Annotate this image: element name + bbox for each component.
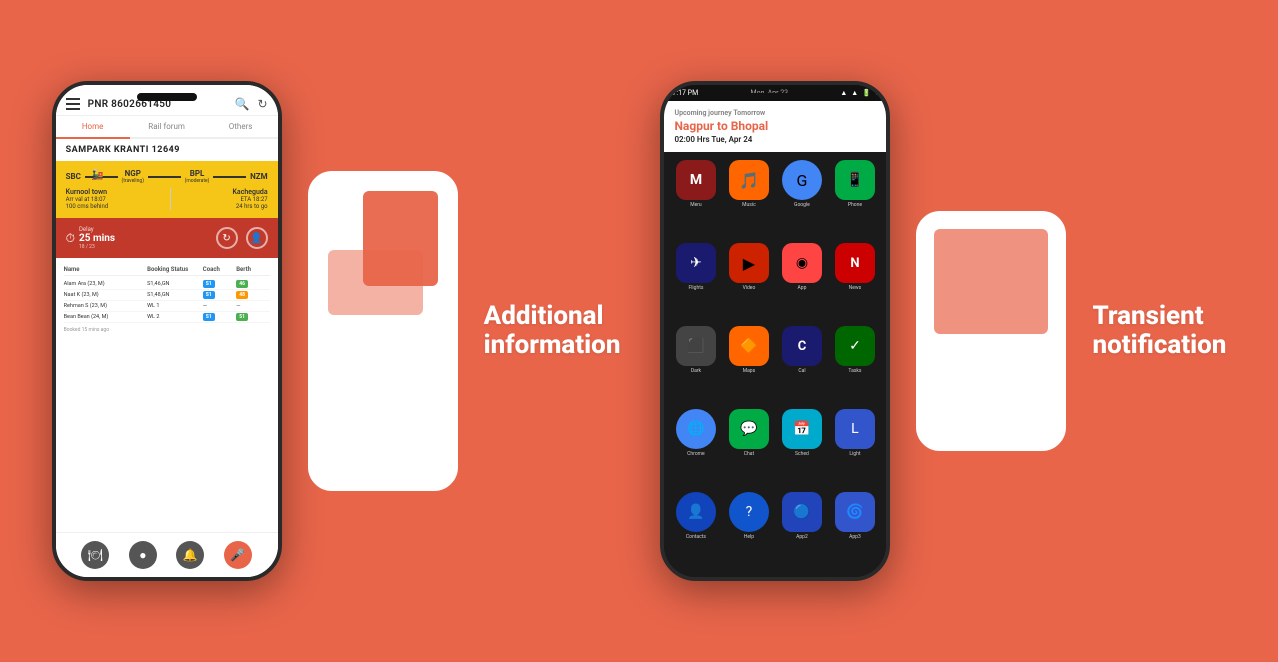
app-bar: PNR 8602661450 🔍 ↻ [56, 85, 278, 116]
app-item[interactable]: 🎵 Music [725, 160, 772, 237]
app-item[interactable]: M Meru [672, 160, 719, 237]
notif-time: 02:00 Hrs Tue, Apr 24 [674, 135, 876, 144]
station-right: Kacheguda ETA 18:27 24 hrs to go [233, 188, 268, 210]
card-right-white-bottom [934, 347, 1048, 397]
app-item[interactable]: 📅 Sched [778, 409, 825, 486]
transient-notification-label: Transient notification [1092, 302, 1226, 359]
table-header: Name Booking Status Coach Berth [64, 264, 270, 276]
status-time: 7:17 PM [672, 89, 698, 97]
wifi-status-icon: ▲ [840, 89, 847, 97]
app-item[interactable]: ◉ App [778, 243, 825, 320]
app-grid: M Meru 🎵 Music G Google [664, 152, 886, 577]
delay-icon: ⏱ [66, 231, 75, 246]
notif-route: Nagpur to Bhopal [674, 119, 876, 133]
right-section: 7:17 PM Mon, Apr 23 ▲ ▲ 🔋 ▾ Upcoming jou… [660, 81, 1226, 581]
route-line: 🚂 [85, 176, 118, 178]
nav-food-btn[interactable]: 🍽 [81, 541, 109, 569]
main-container: PNR 8602661450 🔍 ↻ Home Rail forum Other… [0, 0, 1278, 662]
additional-info-title-line2: information [484, 331, 621, 360]
route-station-via: NGP (traveling) [122, 169, 144, 184]
additional-info-label: Additional information [484, 302, 621, 359]
route-station-from: SBC [66, 172, 81, 181]
app-item[interactable]: 🔶 Maps [725, 326, 772, 403]
status-date: Mon, Apr 23 [751, 89, 789, 97]
pnr-text: PNR 8602661450 [88, 99, 172, 110]
transient-title-line1: Transient [1092, 302, 1203, 331]
tab-rail-forum[interactable]: Rail forum [130, 116, 204, 139]
app-item[interactable]: 📱 Phone [831, 160, 878, 237]
table-row: Rehman S (23, M) WL 1 — — [64, 301, 270, 312]
phone-left: PNR 8602661450 🔍 ↻ Home Rail forum Other… [52, 81, 282, 581]
booked-ago: Booked 15 mins ago [64, 327, 270, 333]
notification-card: Upcoming journey Tomorrow Nagpur to Bhop… [664, 101, 886, 152]
route-section: SBC 🚂 NGP (traveling) BPL (moderate) [56, 161, 278, 218]
transient-title-line2: notification [1092, 331, 1226, 360]
illustration-card-left [308, 171, 458, 491]
app-item[interactable]: N News [831, 243, 878, 320]
status-bar-dark: 7:17 PM Mon, Apr 23 ▲ ▲ 🔋 ▾ [664, 85, 886, 101]
delay-actions: ↻ 👤 [216, 227, 268, 249]
nav-info-btn[interactable]: ● [129, 541, 157, 569]
app-item[interactable]: 🌀 App3 [831, 492, 878, 569]
app-item[interactable]: ▶ Video [725, 243, 772, 320]
station-divider [170, 188, 171, 210]
route-line-container: SBC 🚂 NGP (traveling) BPL (moderate) [66, 169, 268, 184]
hamburger-icon[interactable] [66, 98, 80, 110]
search-icon[interactable]: 🔍 [235, 97, 250, 111]
additional-info-title-line1: Additional [484, 302, 604, 331]
delay-info: ⏱ Delay 25 mins 18 / 23 [66, 226, 115, 250]
status-icons: ▲ ▲ 🔋 ▾ [840, 89, 878, 97]
route-line3 [213, 176, 246, 178]
card-right-pink-top [934, 229, 1048, 334]
route-station-end: NZM [250, 172, 268, 181]
train-name-section: SAMPARK KRANTI 12649 [56, 139, 278, 161]
stations-detail: Kurnool town Arr val at 18:07 100 cms be… [66, 188, 268, 210]
card-rect-mid-left [328, 250, 423, 315]
phone-right: 7:17 PM Mon, Apr 23 ▲ ▲ 🔋 ▾ Upcoming jou… [660, 81, 890, 581]
left-section: PNR 8602661450 🔍 ↻ Home Rail forum Other… [52, 81, 621, 581]
station-left: Kurnool town Arr val at 18:07 100 cms be… [66, 188, 109, 210]
table-row: Bean Bean (24, M) WL 2 S1 51 [64, 312, 270, 323]
illustration-card-right [916, 211, 1066, 451]
route-station-to: BPL (moderate) [185, 169, 210, 184]
screen-dark: 7:17 PM Mon, Apr 23 ▲ ▲ 🔋 ▾ Upcoming jou… [664, 85, 886, 577]
table-row: Naat K (23, M) S1,48,GN S1 48 [64, 290, 270, 301]
tab-others[interactable]: Others [204, 116, 278, 139]
table-row: Alam Ara (23, M) S1,46,GN S1 46 [64, 279, 270, 290]
app-item[interactable]: 🌐 Chrome [672, 409, 719, 486]
delay-text: Delay 25 mins 18 / 23 [79, 226, 115, 250]
person-action-btn[interactable]: 👤 [246, 227, 268, 249]
delay-section: ⏱ Delay 25 mins 18 / 23 ↻ 👤 [56, 218, 278, 258]
nav-mic-btn[interactable]: 🎤 [224, 541, 252, 569]
train-icon: 🚂 [91, 170, 103, 181]
app-bar-left: PNR 8602661450 [66, 98, 172, 110]
app-bar-icons: 🔍 ↻ [235, 97, 268, 111]
app-item[interactable]: 👤 Contacts [672, 492, 719, 569]
refresh-action-btn[interactable]: ↻ [216, 227, 238, 249]
app-item[interactable]: L Light [831, 409, 878, 486]
battery-status-icon: 🔋 [862, 89, 871, 97]
notif-upcoming: Upcoming journey Tomorrow [674, 109, 876, 117]
app-item[interactable]: 🔵 App2 [778, 492, 825, 569]
app-item[interactable]: ? Help [725, 492, 772, 569]
app-item[interactable]: ✈ Flights [672, 243, 719, 320]
app-item[interactable]: ⬛ Dark [672, 326, 719, 403]
app-item[interactable]: ✓ Tasks [831, 326, 878, 403]
route-line2 [148, 176, 181, 178]
train-name: SAMPARK KRANTI 12649 [66, 145, 268, 155]
signal-status-icon: ▲ [851, 89, 858, 97]
bottom-nav: 🍽 ● 🔔 🎤 [56, 532, 278, 577]
app-item[interactable]: G Google [778, 160, 825, 237]
app-item[interactable]: C Cal [778, 326, 825, 403]
tab-home[interactable]: Home [56, 116, 130, 139]
app-item[interactable]: 💬 Chat [725, 409, 772, 486]
refresh-icon[interactable]: ↻ [258, 97, 268, 111]
dropdown-icon[interactable]: ▾ [875, 89, 879, 97]
screen-light: PNR 8602661450 🔍 ↻ Home Rail forum Other… [56, 85, 278, 577]
passenger-table: Name Booking Status Coach Berth Alam Ara… [56, 258, 278, 532]
nav-bell-btn[interactable]: 🔔 [176, 541, 204, 569]
tabs-bar: Home Rail forum Others [56, 116, 278, 139]
